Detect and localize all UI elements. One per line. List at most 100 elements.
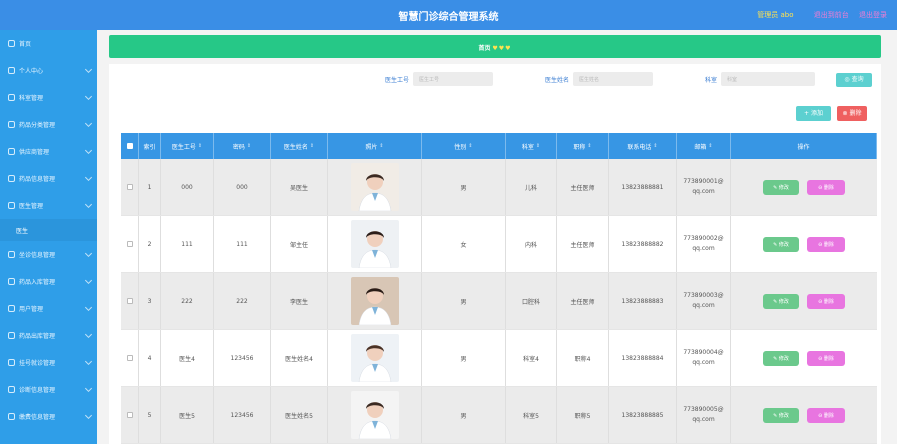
sort-icon[interactable]: ⇕ (536, 143, 540, 149)
cell-pwd: 222 (214, 273, 271, 329)
delete-button[interactable]: ⊖ 删除 (807, 293, 845, 309)
column-header[interactable]: 性别 ⇕ (422, 133, 506, 159)
column-header[interactable]: 医生工号 ⇕ (161, 133, 214, 159)
sort-icon[interactable]: ⇕ (653, 143, 657, 149)
column-header[interactable]: 密码 ⇕ (214, 133, 271, 159)
cell-phone: 13823888881 (609, 159, 677, 215)
sidebar-item[interactable]: 供应商管理 (0, 138, 97, 165)
cell-name: 邹主任 (271, 216, 328, 272)
sidebar-item[interactable]: 药品信息管理 (0, 165, 97, 192)
row-checkbox[interactable] (126, 241, 133, 247)
column-header-label: 索引 (143, 143, 156, 151)
cell-phone: 13823888883 (609, 273, 677, 329)
row-checkbox[interactable] (126, 184, 133, 190)
cell-title: 职称4 (557, 330, 609, 386)
row-checkbox[interactable] (126, 355, 133, 361)
phone-value: 13823888885 (621, 411, 664, 419)
column-header[interactable]: 科室 ⇕ (506, 133, 557, 159)
cell-pwd: 000 (214, 159, 271, 215)
dept-value: 口腔科 (521, 298, 540, 306)
doctor-name-input[interactable]: 医生姓名 (573, 72, 654, 86)
sidebar-item[interactable]: 药品入库管理 (0, 268, 97, 295)
cell-email: 773890004@qq.com (677, 330, 731, 386)
sidebar-item[interactable]: 医生管理 (0, 192, 97, 219)
sort-icon[interactable]: ⇕ (468, 143, 472, 149)
sidebar-item[interactable]: 缴费信息管理 (0, 403, 97, 430)
sidebar-item-label: 供应商管理 (19, 149, 50, 156)
sidebar-item[interactable]: 坐诊信息管理 (0, 241, 97, 268)
breadcrumb: 首页 ♥♥♥ (109, 35, 881, 58)
select-all-checkbox[interactable] (126, 143, 133, 149)
sort-icon[interactable]: ⇕ (198, 143, 202, 149)
column-header[interactable]: 职称 ⇕ (557, 133, 609, 159)
sort-icon[interactable]: ⇕ (379, 143, 383, 149)
cell-no: 000 (161, 159, 214, 215)
users-icon (8, 305, 15, 312)
delete-button[interactable]: ⊖ 删除 (807, 407, 845, 423)
delete-button[interactable]: ⊖ 删除 (807, 350, 845, 366)
sidebar-item-label: 挂号就诊管理 (19, 360, 56, 367)
row-checkbox[interactable] (126, 298, 133, 304)
cell-title: 主任医师 (557, 273, 609, 329)
cell-title: 主任医师 (557, 216, 609, 272)
delete-button[interactable]: ⊖ 删除 (807, 236, 845, 252)
sidebar-item[interactable]: 药品分类管理 (0, 111, 97, 138)
photo-cell (328, 159, 422, 215)
search-button[interactable]: ◎ 查询 (836, 73, 872, 87)
sidebar-item[interactable]: 药品出库管理 (0, 322, 97, 349)
cell-gender: 男 (422, 273, 506, 329)
sidebar-item-label: 药品信息管理 (19, 176, 56, 183)
phone-value: 13823888882 (621, 240, 664, 248)
logout-link[interactable]: 退出登录 (859, 11, 887, 19)
cell-no: 医生5 (161, 387, 214, 443)
column-header-label: 操作 (797, 143, 810, 151)
stethoscope-icon (8, 386, 15, 393)
edit-button[interactable]: ✎ 修改 (763, 350, 799, 366)
chevron-down-icon (84, 65, 93, 74)
dept-input[interactable]: 科室 (721, 72, 816, 86)
sidebar-item[interactable]: 用户管理 (0, 295, 97, 322)
sidebar-item[interactable]: 诊断信息管理 (0, 376, 97, 403)
idx-value: 3 (147, 297, 152, 305)
sidebar-item[interactable]: 个人中心 (0, 57, 97, 84)
edit-button[interactable]: ✎ 修改 (763, 236, 799, 252)
no-value: 000 (181, 183, 193, 191)
row-checkbox[interactable] (126, 412, 133, 418)
sort-icon[interactable]: ⇕ (310, 143, 314, 149)
sidebar-item[interactable]: 首页 (0, 30, 97, 57)
sort-icon[interactable]: ⇕ (247, 143, 251, 149)
add-button[interactable]: + 添加 (796, 106, 831, 121)
sidebar-subitem-doctor[interactable]: 医生 (0, 219, 97, 241)
pwd-value: 123456 (230, 411, 254, 419)
edit-button[interactable]: ✎ 修改 (763, 179, 799, 195)
sort-icon[interactable]: ⇕ (587, 143, 591, 149)
gender-value: 男 (460, 412, 467, 420)
delete-button[interactable]: ⊖ 删除 (807, 179, 845, 195)
email-value: 773890002@qq.com (683, 235, 724, 252)
edit-button[interactable]: ✎ 修改 (763, 293, 799, 309)
column-header-label: 邮箱 (694, 143, 707, 151)
chevron-down-icon (84, 146, 93, 155)
column-header-label: 性别 (454, 143, 467, 151)
sidebar-item-label: 药品出库管理 (19, 333, 56, 340)
column-header[interactable]: 联系电话 ⇕ (609, 133, 677, 159)
batch-delete-button[interactable]: ⊗ 删除 (837, 106, 867, 121)
table-row: 4 医生4 123456 医生姓名4 男 科室4 职称4 13823888884 7738900… (121, 330, 877, 387)
header-right: 管理员 abo 退出到前台 退出登录 (757, 10, 887, 20)
no-value: 医生5 (179, 412, 195, 420)
sidebar-item[interactable]: 科室管理 (0, 84, 97, 111)
gender-value: 男 (460, 355, 467, 363)
column-header[interactable]: 邮箱 ⇕ (677, 133, 731, 159)
breadcrumb-home[interactable]: 首页 (478, 45, 490, 52)
dept-value: 内科 (524, 241, 537, 249)
sidebar-item[interactable]: 挂号就诊管理 (0, 349, 97, 376)
doctor-no-input[interactable]: 医生工号 (413, 72, 494, 86)
doctor-photo (350, 220, 399, 268)
frontend-link[interactable]: 退出到前台 (814, 11, 849, 19)
column-header[interactable]: 照片 ⇕ (328, 133, 422, 159)
edit-button[interactable]: ✎ 修改 (763, 407, 799, 423)
chevron-down-icon (84, 200, 93, 209)
table-row: 2 111 111 邹主任 女 内科 主任医师 13823888882 773890002@qq… (121, 216, 877, 273)
column-header[interactable]: 医生姓名 ⇕ (271, 133, 328, 159)
sort-icon[interactable]: ⇕ (708, 143, 712, 149)
